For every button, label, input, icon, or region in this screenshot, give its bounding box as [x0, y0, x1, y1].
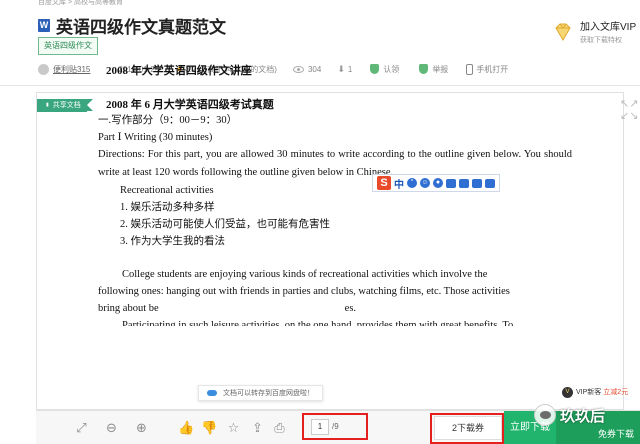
avatar-icon	[38, 63, 49, 75]
wechat-logo-icon	[534, 404, 556, 426]
sogou-logo-icon[interactable]: S	[377, 176, 391, 190]
diamond-icon	[555, 23, 571, 41]
page-number-highlight	[302, 413, 368, 440]
doc-directions: Directions: For this part, you are allow…	[98, 149, 572, 178]
word-file-icon: W	[38, 19, 50, 32]
save-to-netdisk-tip[interactable]: 文档可以转存到百度网盘啦！	[198, 385, 323, 401]
category-tag[interactable]: 英语四级作文	[38, 37, 98, 55]
doc-outline-item: 2. 娱乐活动可能使人们受益，也可能有危害性	[120, 219, 330, 230]
favorite-star-icon[interactable]: ☆	[226, 420, 241, 435]
print-icon[interactable]: ⎙	[272, 420, 287, 435]
toolbox-icon[interactable]	[459, 178, 469, 188]
vip-title: 加入文库VIP	[580, 22, 637, 33]
zoom-out-icon[interactable]: ⊖	[104, 420, 119, 435]
share-icon[interactable]: ⇪	[250, 420, 265, 435]
vip-new-label: VIP新客	[576, 389, 602, 396]
punctuation-icon[interactable]: °	[407, 178, 417, 188]
join-vip-button[interactable]: 加入文库VIP 获取下载特权	[552, 18, 636, 45]
doc-section: 一.写作部分（9：00－9：30）	[98, 115, 238, 126]
doc-heading-2: 2008 年 6 月大学英语四级考试真题	[106, 99, 274, 111]
vip-subtitle: 获取下载特权	[580, 37, 622, 44]
download-ticket-highlight	[430, 413, 504, 444]
ime-mode-toggle[interactable]: 中	[394, 176, 404, 191]
emoji-icon[interactable]: ☺	[420, 178, 430, 188]
breadcrumb[interactable]: 百度文库 > 高校与高等教育	[38, 0, 123, 8]
uploader-link[interactable]: 便利贴315	[53, 64, 90, 75]
settings-grid-icon[interactable]	[485, 178, 495, 188]
doc-paragraph-fragment: bring about be	[98, 303, 159, 314]
page-title: 英语四级作文真题范文	[56, 18, 226, 37]
zoom-in-icon[interactable]: ⊕	[134, 420, 149, 435]
doc-paragraph-line: following ones: hanging out with friends…	[98, 286, 510, 297]
doc-outline-title: Recreational activities	[120, 185, 214, 196]
vip-badge-icon: V	[562, 386, 573, 398]
vip-new-customer-promo[interactable]: V VIP新客 立减2元	[562, 386, 628, 398]
doc-outline-item: 3. 作为大学生我的看法	[120, 236, 225, 247]
save-tip-text: 文档可以转存到百度网盘啦！	[223, 390, 314, 397]
doc-paragraph-line: Participating in such leisure activities…	[122, 320, 514, 326]
expand-icon[interactable]: ↖↗ ↙↘	[620, 98, 638, 122]
doc-heading-1: 2008 年大学英语四级作文讲座	[106, 65, 252, 77]
doc-paragraph-line: bring about be es.	[98, 300, 572, 317]
cloud-icon	[207, 390, 217, 396]
keyboard-icon[interactable]	[446, 178, 456, 188]
thumbs-up-icon[interactable]: 👍	[178, 420, 194, 435]
ime-toolbar[interactable]: S 中 ° ☺ ●	[372, 174, 500, 192]
doc-paragraph-fragment: es.	[344, 303, 357, 314]
voice-icon[interactable]: ●	[433, 178, 443, 188]
watermark-text: 玖玖后	[560, 407, 606, 425]
watermark: 玖玖后	[534, 404, 605, 426]
thumbs-down-icon[interactable]: 👎	[201, 420, 217, 435]
fullscreen-icon[interactable]: ⤢	[74, 420, 89, 435]
doc-outline-item: 1. 娱乐活动多种多样	[120, 202, 215, 213]
shared-doc-tag: 共享文档	[37, 99, 93, 112]
vip-new-discount: 立减2元	[603, 389, 629, 396]
doc-part: Part Ⅰ Writing (30 minutes)	[98, 132, 213, 143]
skin-icon[interactable]	[472, 178, 482, 188]
document-page: 2008 年大学英语四级作文讲座 2008 年 6 月大学英语四级考试真题 一.…	[98, 62, 572, 326]
doc-paragraph-line: College students are enjoying various ki…	[122, 269, 488, 280]
